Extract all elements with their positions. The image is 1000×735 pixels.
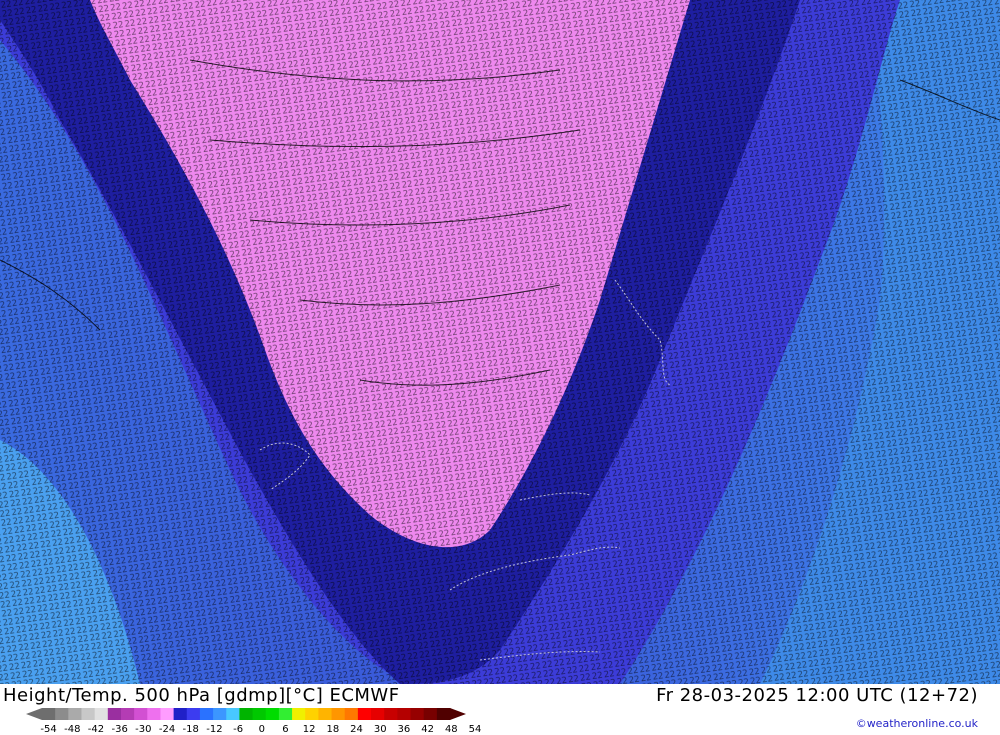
scale-swatch: [68, 708, 82, 720]
scale-arrow-left: [26, 708, 42, 720]
scale-swatch: [357, 708, 372, 720]
scale-swatch: [173, 708, 188, 720]
scale-swatch: [107, 708, 122, 720]
scale-swatch: [134, 708, 148, 720]
scale-swatch: [410, 708, 425, 720]
scale-tick-label: 24: [350, 724, 363, 735]
scale-swatch: [371, 708, 385, 720]
scale-swatch: [147, 708, 161, 720]
scale-tick-label: 42: [421, 724, 434, 735]
scale-tick-label: 0: [258, 724, 265, 735]
weather-map: 22: [0, 0, 1000, 684]
scale-swatch: [436, 708, 451, 720]
scale-arrow-right: [450, 708, 466, 720]
scale-swatch: [94, 708, 109, 720]
scale-tick-label: 18: [326, 724, 340, 735]
scale-swatch: [292, 708, 306, 720]
scale-tick-label: -54: [40, 724, 57, 735]
scale-tick-label: -48: [64, 724, 81, 735]
scale-tick-label: -42: [87, 724, 105, 735]
scale-swatch: [384, 708, 398, 720]
scale-swatch: [226, 708, 240, 720]
map-title: Height/Temp. 500 hPa [gdmp][°C] ECMWF: [3, 685, 400, 706]
scale-swatch: [55, 708, 69, 720]
scale-swatch: [331, 708, 346, 720]
scale-swatch: [42, 708, 56, 720]
scale-tick-label: -36: [111, 724, 128, 735]
scale-swatch: [397, 708, 412, 720]
contour-label-texture: [0, 0, 1000, 684]
scale-tick-label: 48: [444, 724, 458, 735]
scale-tick-label: -12: [206, 724, 223, 735]
scale-swatch: [186, 708, 201, 720]
scale-swatch: [120, 708, 135, 720]
scale-tick-label: 12: [302, 724, 316, 735]
scale-tick-label: -30: [135, 724, 152, 735]
scale-tick-label: -6: [233, 724, 244, 735]
scale-swatch: [305, 708, 319, 720]
scale-tick-label: 36: [397, 724, 411, 735]
map-valid-time: Fr 28-03-2025 12:00 UTC (12+72): [656, 685, 978, 706]
scale-swatch: [278, 708, 293, 720]
scale-swatch: [213, 708, 227, 720]
scale-swatch: [318, 708, 333, 720]
scale-tick-label: 30: [373, 724, 387, 735]
scale-tick-label: -18: [182, 724, 199, 735]
scale-tick-label: -24: [158, 724, 176, 735]
scale-swatch: [423, 708, 438, 720]
credit-link[interactable]: ©weatheronline.co.uk: [856, 717, 978, 730]
map-footer: Height/Temp. 500 hPa [gdmp][°C] ECMWF Fr…: [0, 684, 1000, 735]
scale-swatch: [160, 708, 175, 720]
scale-swatch: [199, 708, 214, 720]
scale-swatch: [239, 708, 254, 720]
scale-tick-label: 54: [468, 724, 482, 735]
temperature-color-scale: [26, 708, 466, 720]
scale-swatch: [252, 708, 267, 720]
scale-swatch: [81, 708, 96, 720]
scale-tick-label: 6: [282, 724, 289, 735]
scale-swatch: [344, 708, 359, 720]
scale-swatch: [265, 708, 280, 720]
